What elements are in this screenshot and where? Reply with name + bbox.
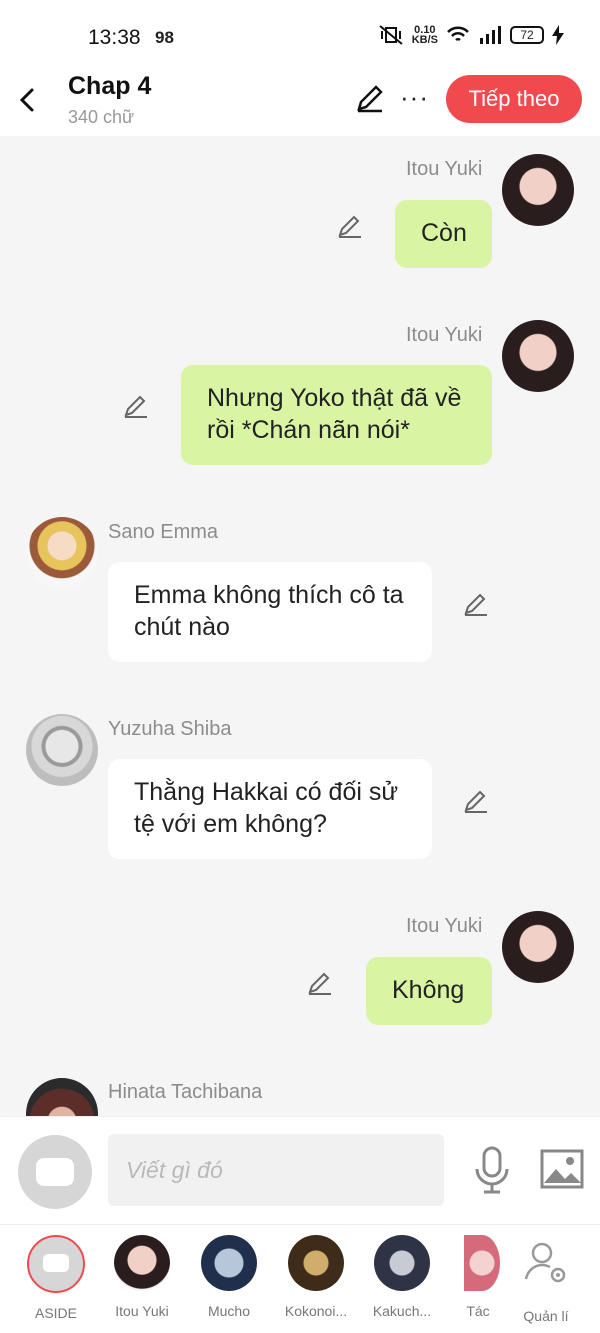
nav-label: Tác [466, 1303, 490, 1319]
aside-toggle-button[interactable] [18, 1135, 92, 1209]
message-sender: Sano Emma [108, 521, 219, 543]
nav-label: Kakuch... [372, 1303, 432, 1319]
vibrate-icon [379, 25, 403, 45]
nav-label: Kokonoi... [284, 1303, 348, 1319]
pencil-icon[interactable] [462, 590, 490, 618]
aside-icon [36, 1158, 74, 1186]
status-time: 13:38 [88, 26, 141, 49]
chat-bubble[interactable]: Còn [395, 200, 492, 268]
avatar[interactable] [502, 320, 574, 392]
avatar[interactable] [26, 714, 98, 786]
chat-area[interactable]: Itou Yuki Còn Itou Yuki Nhưng Yoko thật … [0, 136, 600, 1116]
chat-bubble[interactable]: Emma không thích cô ta chút nào [108, 562, 432, 662]
pencil-icon[interactable] [122, 392, 150, 420]
pencil-icon[interactable] [306, 969, 334, 997]
nav-item-kakucho[interactable]: Kakuch... [362, 1235, 442, 1319]
nav-item-kokonoi[interactable]: Kokonoi... [276, 1235, 356, 1319]
avatar[interactable] [26, 1078, 98, 1116]
message-sender: Itou Yuki [406, 915, 483, 937]
status-bar: 13:38 98 0.10 KB/S 72 [0, 0, 600, 64]
nav-label: Itou Yuki [115, 1303, 169, 1319]
message-sender: Itou Yuki [406, 324, 483, 346]
aside-icon [27, 1235, 85, 1293]
avatar [114, 1235, 170, 1291]
avatar [464, 1235, 500, 1291]
chat-bubble[interactable]: Nhưng Yoko thật đã về rồi *Chán nãn nói* [181, 365, 492, 465]
next-chapter-button[interactable]: Tiếp theo [446, 75, 582, 123]
net-speed: 0.10 KB/S [411, 25, 438, 46]
nav-item-mucho[interactable]: Mucho [189, 1235, 269, 1319]
signal-icon [480, 26, 501, 44]
pencil-icon[interactable] [336, 212, 364, 240]
pencil-icon[interactable] [462, 787, 490, 815]
avatar[interactable] [26, 517, 98, 589]
nav-item-manage[interactable]: Quản lí [508, 1235, 584, 1324]
status-number: 98 [155, 28, 174, 47]
nav-label: Mucho [207, 1303, 251, 1319]
pencil-icon[interactable] [354, 82, 386, 114]
avatar [374, 1235, 430, 1291]
avatar[interactable] [502, 154, 574, 226]
avatar [201, 1235, 257, 1291]
nav-item-tac[interactable]: Tác [448, 1235, 508, 1319]
wifi-icon [447, 26, 469, 42]
message-sender: Itou Yuki [406, 158, 483, 180]
image-icon[interactable] [540, 1149, 584, 1189]
nav-item-aside[interactable]: ASIDE [16, 1235, 96, 1321]
charging-icon [552, 25, 564, 45]
message-input[interactable]: Viết gì đó [108, 1134, 444, 1206]
chat-bubble[interactable]: Thằng Hakkai có đối sử tệ với em không? [108, 759, 432, 859]
settings-user-icon [524, 1242, 566, 1283]
status-icons: 0.10 KB/S 72 [378, 24, 564, 46]
character-bar: ASIDE Itou Yuki Mucho Kokonoi... Kakuch.… [0, 1224, 600, 1333]
back-arrow-icon[interactable] [14, 82, 42, 118]
message-sender: Yuzuha Shiba [108, 718, 232, 740]
avatar[interactable] [502, 911, 574, 983]
compose-bar: Viết gì đó [0, 1116, 600, 1224]
battery-indicator: 72 [510, 26, 544, 44]
net-speed-unit: KB/S [411, 34, 438, 46]
word-count: 340 chữ [68, 107, 135, 127]
chapter-header: Chap 4 340 chữ ··· Tiếp theo [0, 64, 600, 136]
mic-icon[interactable] [472, 1145, 512, 1195]
avatar [288, 1235, 344, 1291]
chat-bubble[interactable]: Không [366, 957, 492, 1025]
nav-item-itou-yuki[interactable]: Itou Yuki [102, 1235, 182, 1319]
more-icon[interactable]: ··· [400, 82, 429, 113]
message-sender: Hinata Tachibana [108, 1081, 263, 1103]
nav-label: ASIDE [34, 1305, 77, 1321]
chapter-title: Chap 4 [68, 72, 152, 100]
nav-label: Quản lí [523, 1308, 569, 1324]
